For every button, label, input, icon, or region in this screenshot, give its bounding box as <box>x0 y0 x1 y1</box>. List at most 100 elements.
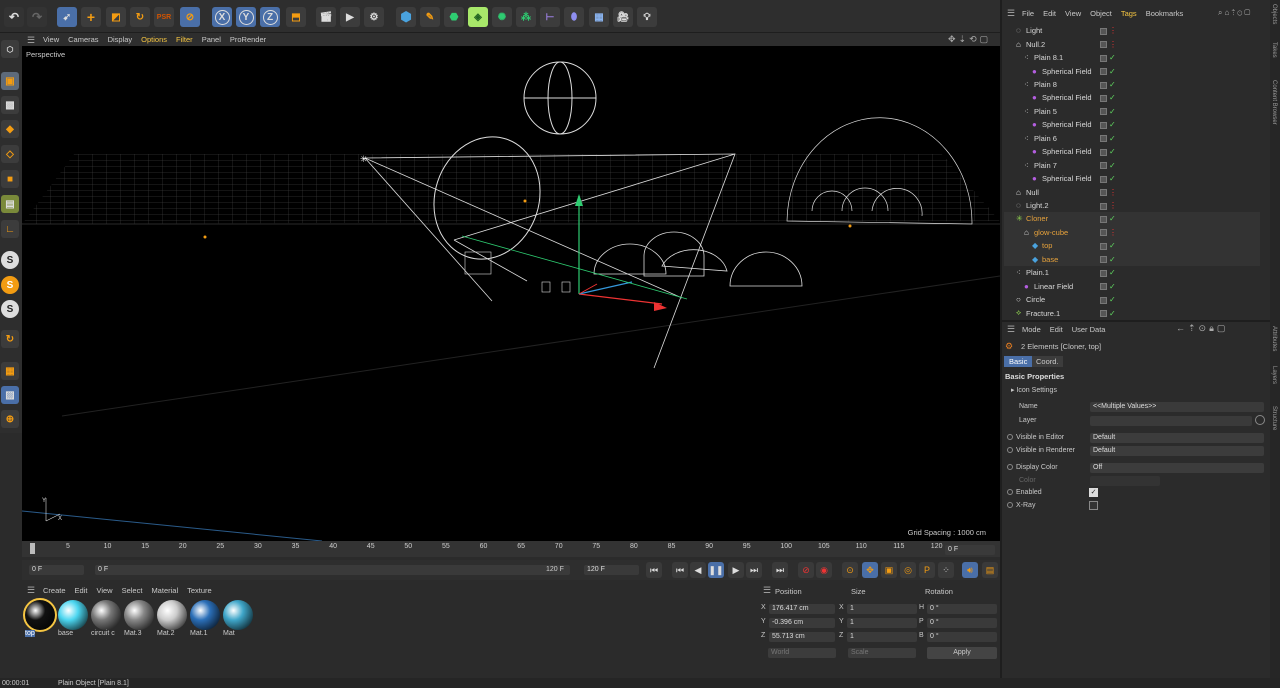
object-row[interactable]: ⟡ Fracture.1 ✓ <box>1004 306 1260 319</box>
material-swatch[interactable] <box>124 600 154 630</box>
psr-tool-button[interactable]: PSR <box>154 7 174 27</box>
apply-button[interactable]: Apply <box>927 647 997 659</box>
side-tab-content-browser[interactable]: Content Browser <box>1271 80 1277 125</box>
object-row[interactable]: ⁖ Plain 8 ✓ <box>1004 78 1260 91</box>
move-tool-button[interactable]: + <box>81 7 101 27</box>
prev-key-button[interactable]: ⏮ <box>672 562 688 578</box>
material-swatch[interactable] <box>157 600 187 630</box>
solo-button[interactable]: ⊕ <box>1 410 19 428</box>
object-visibility-toggle[interactable]: ⋮ <box>1100 201 1117 210</box>
material-name[interactable]: circuit c <box>91 630 115 637</box>
object-row[interactable]: ⌂ Null ⋮ <box>1004 185 1260 198</box>
object-row[interactable]: ● Spherical Field ✓ <box>1004 172 1260 185</box>
material-swatch[interactable] <box>58 600 88 630</box>
attr-menu-user-data[interactable]: User Data <box>1072 325 1106 334</box>
object-enabled-icon[interactable]: ✓ <box>1109 80 1116 89</box>
play-button[interactable]: ❚❚ <box>708 562 724 578</box>
viewport-menu-panel[interactable]: Panel <box>202 35 221 44</box>
object-visibility-toggle[interactable]: ✓ <box>1100 241 1116 250</box>
material-menu-icon[interactable]: ☰ <box>27 585 35 596</box>
material-menu-texture[interactable]: Texture <box>187 586 212 595</box>
coord-size-field[interactable]: 1 <box>847 604 917 614</box>
name-field[interactable]: <<Multiple Values>> <box>1090 402 1264 412</box>
coord-position-field[interactable]: 176.417 cm <box>769 604 835 614</box>
render-view-button[interactable]: ▶ <box>340 7 360 27</box>
om-menu-edit[interactable]: Edit <box>1043 9 1056 18</box>
object-enabled-icon[interactable]: ✓ <box>1109 214 1116 223</box>
material-menu-view[interactable]: View <box>96 586 112 595</box>
scale-tool-button[interactable]: ◩ <box>106 7 126 27</box>
object-visibility-toggle[interactable]: ✓ <box>1100 67 1116 76</box>
lock-button[interactable]: ↻ <box>1 330 19 348</box>
object-enabled-icon[interactable]: ⋮ <box>1109 188 1117 197</box>
coord-scale-select[interactable]: Scale <box>848 648 916 658</box>
subdivision-button[interactable]: ⬣ <box>444 7 464 27</box>
attr-menu-mode[interactable]: Mode <box>1022 325 1041 334</box>
material-swatch[interactable] <box>223 600 253 630</box>
x-axis-button[interactable]: X <box>212 7 232 27</box>
record-button[interactable]: ⊘ <box>798 562 814 578</box>
undo-button[interactable]: ↶ <box>4 7 24 27</box>
object-row[interactable]: ⁖ Plain 5 ✓ <box>1004 105 1260 118</box>
snap-button[interactable]: S <box>1 251 19 269</box>
viewport-nav-icons[interactable]: ✥⇣⟲▢ <box>948 34 991 45</box>
mograph-button[interactable]: ⁂ <box>516 7 536 27</box>
coord-size-field[interactable]: 1 <box>847 632 917 642</box>
viewport-menu-icon[interactable]: ☰ <box>27 35 35 46</box>
object-visibility-toggle[interactable]: ⋮ <box>1100 228 1117 237</box>
object-enabled-icon[interactable]: ✓ <box>1109 255 1116 264</box>
object-row[interactable]: ● Spherical Field ✓ <box>1004 118 1260 131</box>
axis-mode-button[interactable]: ▤ <box>1 195 19 213</box>
object-enabled-icon[interactable]: ⋮ <box>1109 26 1117 35</box>
object-visibility-toggle[interactable]: ⋮ <box>1100 188 1117 197</box>
coord-menu-icon[interactable]: ☰ <box>763 585 771 596</box>
prev-frame-button[interactable]: ◀ <box>690 562 706 578</box>
z-axis-button[interactable]: Z <box>260 7 280 27</box>
frame-max-field[interactable]: 120 F <box>584 565 639 575</box>
object-row[interactable]: ◌ Light.2 ⋮ <box>1004 199 1260 212</box>
make-editable-button[interactable]: ⬡ <box>1 40 19 58</box>
object-enabled-icon[interactable]: ⋮ <box>1109 40 1117 49</box>
object-enabled-icon[interactable]: ✓ <box>1109 120 1116 129</box>
timeline-playhead[interactable] <box>30 543 35 554</box>
viewport-menu-display[interactable]: Display <box>108 35 133 44</box>
coord-rotation-field[interactable]: 0 ° <box>927 618 997 628</box>
attr-nav-icons[interactable]: ←⇡⊙🔒︎▢ <box>1176 323 1228 334</box>
om-menu-icon[interactable]: ☰ <box>1007 8 1015 19</box>
vis-render-select[interactable]: Default <box>1090 446 1264 456</box>
edges-mode-button[interactable]: ◇ <box>1 145 19 163</box>
object-enabled-icon[interactable]: ✓ <box>1109 268 1116 277</box>
xray-checkbox[interactable] <box>1089 501 1098 510</box>
object-enabled-icon[interactable]: ⋮ <box>1109 228 1117 237</box>
attr-menu-icon[interactable]: ☰ <box>1007 324 1015 335</box>
object-visibility-toggle[interactable]: ⋮ <box>1100 40 1117 49</box>
light-button[interactable]: 💡︎ <box>637 7 657 27</box>
object-enabled-icon[interactable]: ⋮ <box>1109 201 1117 210</box>
coord-system-button[interactable]: ⬒ <box>286 7 306 27</box>
go-to-end-button[interactable]: ⏭ <box>772 562 788 578</box>
material-name[interactable]: Mat <box>223 630 235 637</box>
object-visibility-toggle[interactable]: ✓ <box>1100 309 1116 318</box>
material-menu-select[interactable]: Select <box>122 586 143 595</box>
side-tab-attributes[interactable]: Attributes <box>1271 326 1277 351</box>
object-visibility-toggle[interactable]: ✓ <box>1100 120 1116 129</box>
side-tab-objects[interactable]: Objects <box>1271 4 1277 24</box>
om-menu-tags[interactable]: Tags <box>1121 9 1137 18</box>
viewport-menu-options[interactable]: Options <box>141 35 167 44</box>
object-visibility-toggle[interactable]: ✓ <box>1100 268 1116 277</box>
redo-button[interactable]: ↷ <box>27 7 47 27</box>
material-swatch[interactable] <box>91 600 121 630</box>
object-row[interactable]: ● Spherical Field ✓ <box>1004 145 1260 158</box>
material-name[interactable]: Mat.2 <box>157 630 175 637</box>
material-swatch[interactable] <box>23 598 57 632</box>
live-select-button[interactable]: ⊘ <box>180 7 200 27</box>
key-pos-button[interactable]: ⊙ <box>842 562 858 578</box>
om-menu-view[interactable]: View <box>1065 9 1081 18</box>
material-name[interactable]: top <box>25 630 35 637</box>
material-menu-material[interactable]: Material <box>151 586 178 595</box>
object-visibility-toggle[interactable]: ✓ <box>1100 255 1116 264</box>
om-menu-object[interactable]: Object <box>1090 9 1112 18</box>
object-row[interactable]: ◆ top ✓ <box>1004 239 1260 253</box>
object-row[interactable]: ✳ Cloner ✓ <box>1004 212 1260 226</box>
material-swatch[interactable] <box>190 600 220 630</box>
